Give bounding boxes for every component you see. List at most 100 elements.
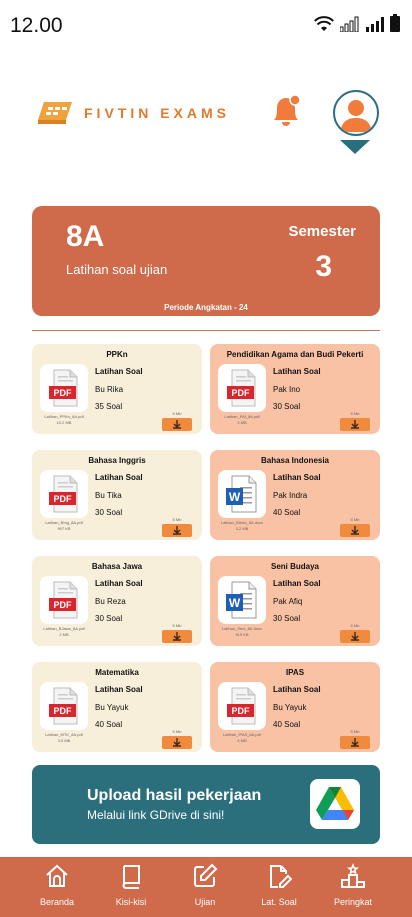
upload-title: Upload hasil pekerjaan <box>87 787 262 804</box>
download-button[interactable] <box>162 524 192 537</box>
subject-card[interactable]: Bahasa Indonesia W Latihan_BIndo_8A.docx 3.… <box>210 450 380 540</box>
wifi-icon <box>314 16 334 31</box>
file-name: Latihan_PPKn_8A.pdf <box>44 414 84 419</box>
svg-text:PDF: PDF <box>54 706 73 716</box>
period-text: Periode Angkatan - 24 <box>164 303 248 312</box>
document-edit-icon <box>270 865 293 888</box>
subject-count: 30 Soal <box>273 614 301 623</box>
file-name: Latihan_MTK_8A.pdf <box>45 732 83 737</box>
download-button[interactable] <box>162 630 192 643</box>
upload-banner[interactable]: Upload hasil pekerjaan Melalui link GDri… <box>32 765 380 844</box>
subject-card[interactable]: IPAS PDF Latihan_IPAS_8A.pdf 4 MB Latihan So… <box>210 662 380 752</box>
subject-teacher: Bu Yayuk <box>273 703 307 712</box>
nav-peringkat[interactable]: Peringkat <box>316 862 390 907</box>
file-size: 4 MB <box>237 738 247 743</box>
subject-card[interactable]: Seni Budaya W Latihan_Seni_8A.docx 919 KB La… <box>210 556 380 646</box>
subject-teacher: Bu Tika <box>95 491 122 500</box>
download-button[interactable] <box>162 736 192 749</box>
gdrive-button[interactable] <box>310 779 360 829</box>
subject-title: Seni Budaya <box>270 562 319 571</box>
app-logo: FIVTIN EXAMS <box>36 100 230 126</box>
download-size: 5 Mb <box>350 517 360 522</box>
pdf-file-icon[interactable]: PDF <box>218 682 266 730</box>
file-name: Latihan_BIng_8A.pdf <box>45 520 83 525</box>
nav-kisi-kisi[interactable]: Kisi-kisi <box>94 863 168 907</box>
nav-label: Lat. Soal <box>261 897 297 907</box>
download-button[interactable] <box>340 630 370 643</box>
subject-count: 35 Soal <box>95 402 123 411</box>
signal-icon <box>340 16 359 32</box>
download-size: 5 Mb <box>172 517 182 522</box>
notification-bell-icon[interactable] <box>268 93 304 129</box>
subject-title: Bahasa Inggris <box>88 456 146 465</box>
google-drive-icon <box>316 787 354 820</box>
status-icons <box>314 14 400 32</box>
podium-icon <box>341 862 365 888</box>
file-name: Latihan_BIndo_8A.docx <box>220 520 264 525</box>
subject-card[interactable]: Bahasa Inggris PDF Latihan_BIng_8A.pdf 997 … <box>32 450 202 540</box>
nav-label: Peringkat <box>333 897 373 907</box>
download-button[interactable] <box>340 524 370 537</box>
download-size: 5 Mb <box>350 729 360 734</box>
subject-title: Bahasa Indonesia <box>260 456 330 465</box>
svg-text:PDF: PDF <box>54 494 73 504</box>
subject-card[interactable]: Bahasa Jawa PDF Latihan_BJawa_8A.pdf 2 MB La… <box>32 556 202 646</box>
bottom-navigation: Beranda Kisi-kisi Ujian Lat. Soal Pering… <box>0 857 412 917</box>
nav-lat-soal[interactable]: Lat. Soal <box>242 863 316 907</box>
nav-beranda[interactable]: Beranda <box>20 863 94 907</box>
download-button[interactable] <box>340 418 370 431</box>
download-size: 5 Mb <box>350 411 360 416</box>
pdf-file-icon[interactable]: PDF <box>218 364 266 412</box>
subject-kind: Latihan Soal <box>273 685 321 694</box>
subject-teacher: Bu Rika <box>95 385 124 394</box>
subject-card[interactable]: Pendidikan Agama dan Budi Pekerti PDF Lati… <box>210 344 380 434</box>
subject-count: 30 Soal <box>95 614 123 623</box>
subject-kind: Latihan Soal <box>95 367 143 376</box>
subject-kind: Latihan Soal <box>273 473 321 482</box>
download-button[interactable] <box>340 736 370 749</box>
download-icon <box>351 420 359 429</box>
profile-dropdown-toggle[interactable] <box>340 140 370 154</box>
user-icon <box>340 100 372 132</box>
pdf-file-icon[interactable]: PDF <box>40 576 88 624</box>
subject-kind: Latihan Soal <box>273 367 321 376</box>
download-size: 5 Mb <box>350 623 360 628</box>
pdf-file-icon[interactable]: PDF <box>40 682 88 730</box>
svg-text:PDF: PDF <box>232 388 251 398</box>
subject-teacher: Bu Yayuk <box>95 703 129 712</box>
word-file-icon[interactable]: W <box>218 470 266 518</box>
battery-icon <box>390 14 400 32</box>
file-name: Latihan_PAI_8A.pdf <box>224 414 260 419</box>
nav-ujian[interactable]: Ujian <box>168 863 242 907</box>
file-size: 997 KB <box>57 526 71 531</box>
file-size: 3.5 MB <box>57 738 71 743</box>
download-button[interactable] <box>162 418 192 431</box>
nav-label: Ujian <box>194 897 216 907</box>
subject-title: Pendidikan Agama dan Budi Pekerti <box>226 350 364 359</box>
file-name: Latihan_IPAS_8A.pdf <box>223 732 261 737</box>
class-name: 8A <box>66 220 105 253</box>
subject-title: Bahasa Jawa <box>91 562 143 571</box>
subject-kind: Latihan Soal <box>95 473 143 482</box>
status-time: 12.00 <box>10 14 63 37</box>
file-name: Latihan_Seni_8A.docx <box>221 626 263 631</box>
app-brand: FIVTIN EXAMS <box>84 105 231 121</box>
profile-avatar[interactable] <box>333 90 379 136</box>
word-file-icon[interactable]: W <box>218 576 266 624</box>
pdf-file-icon[interactable]: PDF <box>40 470 88 518</box>
subject-kind: Latihan Soal <box>95 685 143 694</box>
pdf-file-icon[interactable]: PDF <box>40 364 88 412</box>
semester-label: Semester <box>288 223 356 240</box>
download-size: 5 Mb <box>172 623 182 628</box>
subject-card[interactable]: Matematika PDF Latihan_MTK_8A.pdf 3.5 MB Lat… <box>32 662 202 752</box>
download-icon <box>351 738 359 747</box>
subject-title: PPKn <box>106 350 128 359</box>
signal-strong-icon <box>366 17 384 32</box>
download-size: 5 Mb <box>172 411 182 416</box>
download-icon <box>173 632 181 641</box>
subject-card[interactable]: PPKn PDF Latihan_PPKn_8A.pdf 10.2 MB Latihan… <box>32 344 202 434</box>
status-bar: 12.00 <box>0 0 412 52</box>
download-icon <box>173 738 181 747</box>
svg-text:PDF: PDF <box>54 388 73 398</box>
svg-text:W: W <box>229 490 241 504</box>
